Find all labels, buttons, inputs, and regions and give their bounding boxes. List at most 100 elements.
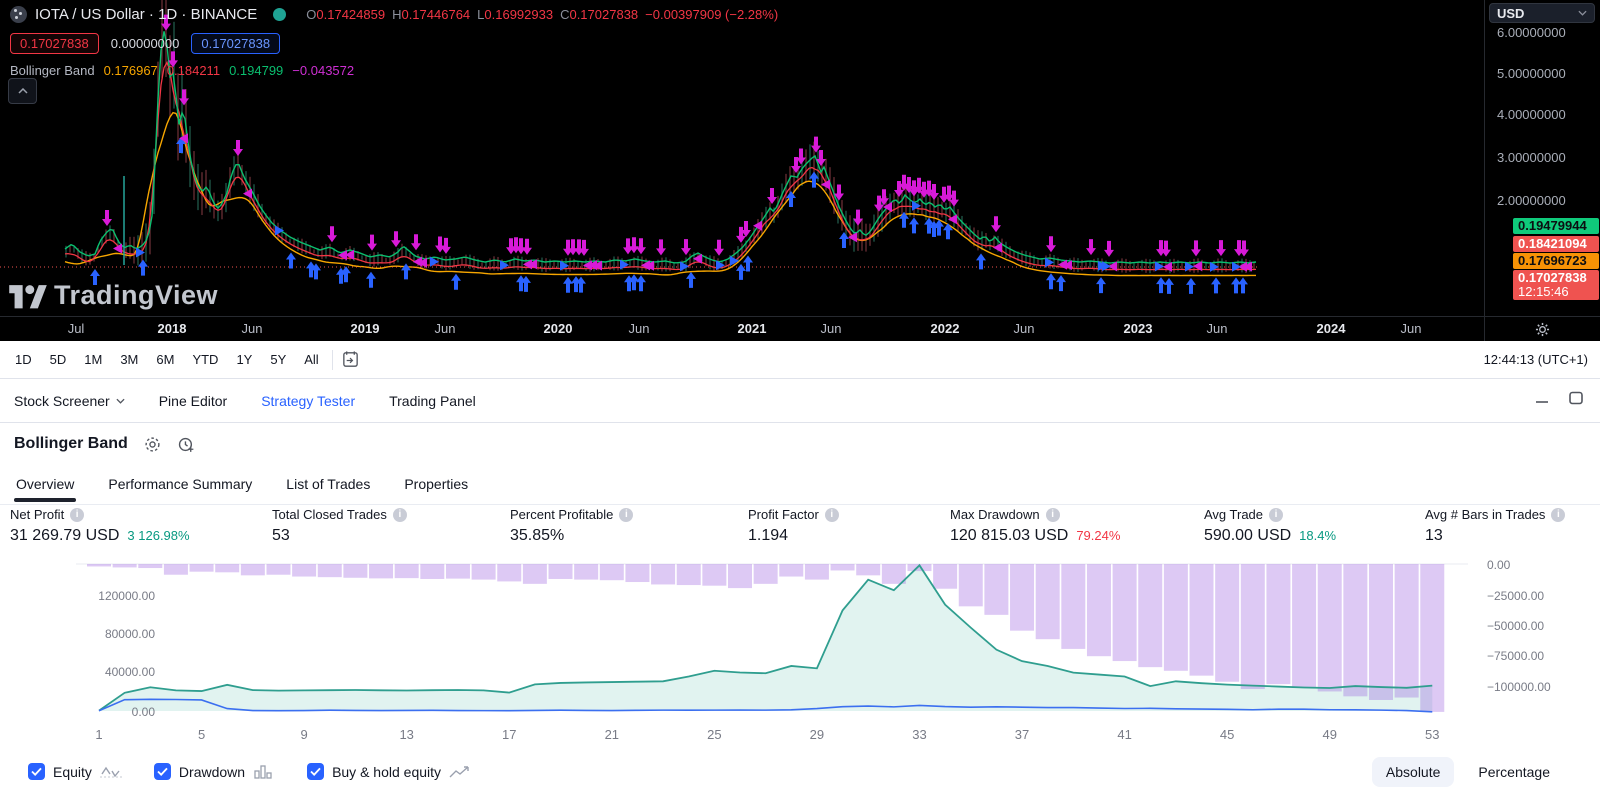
sell-arrow-icon[interactable] <box>327 226 337 243</box>
currency-dropdown[interactable]: USD <box>1489 3 1595 23</box>
sell-arrow-icon[interactable] <box>767 188 777 204</box>
info-icon[interactable]: i <box>70 507 85 522</box>
tab-list-of-trades[interactable]: List of Trades <box>284 466 372 502</box>
limit-value-box[interactable]: 0.17027838 <box>191 32 281 54</box>
drawdown-bar[interactable] <box>574 564 599 580</box>
drawdown-bar[interactable] <box>933 564 958 589</box>
drawdown-bar[interactable] <box>856 564 881 576</box>
drawdown-bar[interactable] <box>1292 564 1317 688</box>
drawdown-bar[interactable] <box>804 564 829 580</box>
drawdown-bar[interactable] <box>471 564 496 580</box>
info-icon[interactable]: i <box>619 507 634 522</box>
drawdown-bar[interactable] <box>958 564 983 607</box>
panel-tab-pine-editor[interactable]: Pine Editor <box>159 393 227 409</box>
drawdown-bar[interactable] <box>87 564 111 567</box>
buy-arrow-icon[interactable] <box>1056 275 1066 292</box>
drawdown-bar[interactable] <box>1369 564 1393 700</box>
collapse-pane-button[interactable] <box>8 78 37 104</box>
panel-tab-stock-screener[interactable]: Stock Screener <box>14 393 125 409</box>
buy-arrow-icon[interactable] <box>1211 277 1221 294</box>
price-axis[interactable]: USD 6.00000000 5.00000000 4.00000000 3.0000… <box>1484 0 1600 316</box>
absolute-button[interactable]: Absolute <box>1371 756 1455 787</box>
sell-arrow-icon[interactable] <box>522 238 532 255</box>
buy-arrow-icon[interactable] <box>1238 277 1248 294</box>
main-price-chart[interactable]: TradingView IOTA / US Dollar · 1D · BINA… <box>0 0 1600 316</box>
checkbox-checked-icon[interactable] <box>28 763 45 780</box>
sell-arrow-icon[interactable] <box>991 216 1001 233</box>
tab-properties[interactable]: Properties <box>402 466 470 502</box>
info-icon[interactable]: i <box>1551 507 1566 522</box>
buy-arrow-icon[interactable] <box>286 252 296 269</box>
drawdown-bar[interactable] <box>1420 564 1445 712</box>
sell-arrow-icon[interactable] <box>102 210 112 226</box>
info-icon[interactable]: i <box>1269 507 1284 522</box>
buy-arrow-icon[interactable] <box>1156 277 1166 294</box>
drawdown-bar[interactable] <box>1138 564 1163 668</box>
checkbox-checked-icon[interactable] <box>307 763 325 780</box>
drawdown-bar[interactable] <box>651 564 676 585</box>
timeline-label[interactable]: 2023 <box>1124 321 1153 336</box>
drawdown-bar[interactable] <box>394 564 419 579</box>
sell-arrow-icon[interactable] <box>714 239 724 256</box>
range-button-1y[interactable]: 1Y <box>227 347 261 372</box>
symbol-logo-icon[interactable] <box>10 5 27 23</box>
drawdown-bar[interactable] <box>1215 564 1240 682</box>
drawdown-bar[interactable] <box>1394 564 1419 698</box>
drawdown-bar[interactable] <box>522 564 547 584</box>
info-icon[interactable]: i <box>392 507 407 522</box>
timeline-label[interactable]: 2024 <box>1317 321 1346 336</box>
drawdown-bar[interactable] <box>189 564 214 572</box>
drawdown-bar[interactable] <box>599 564 624 581</box>
drawdown-bar[interactable] <box>343 564 368 578</box>
timeline-label[interactable]: Jun <box>1207 321 1228 336</box>
axis-settings-cell[interactable] <box>1484 317 1600 342</box>
drawdown-bar[interactable] <box>830 564 855 571</box>
drawdown-bar[interactable] <box>266 564 291 575</box>
drawdown-bar[interactable] <box>445 564 470 579</box>
minimize-icon[interactable] <box>1534 391 1550 405</box>
drawdown-bar[interactable] <box>240 564 265 576</box>
drawdown-bar[interactable] <box>779 564 804 577</box>
checkbox-checked-icon[interactable] <box>153 763 171 780</box>
buy-arrow-icon[interactable] <box>138 259 148 276</box>
drawdown-bar[interactable] <box>1343 564 1368 697</box>
timeline-label[interactable]: Jun <box>435 321 456 336</box>
add-alert-icon[interactable] <box>177 436 196 453</box>
range-button-5y[interactable]: 5Y <box>261 347 295 372</box>
drawdown-bar[interactable] <box>420 564 445 579</box>
panel-tab-strategy-tester[interactable]: Strategy Tester <box>261 393 355 409</box>
range-button-3m[interactable]: 3M <box>111 347 147 372</box>
range-button-ytd[interactable]: YTD <box>183 347 227 372</box>
strategy-settings-gear-icon[interactable] <box>144 436 161 453</box>
info-icon[interactable]: i <box>1045 507 1060 522</box>
drawdown-bar[interactable] <box>215 564 240 573</box>
entry-triangle-icon[interactable] <box>680 261 689 272</box>
sell-arrow-icon[interactable] <box>233 140 243 156</box>
drawdown-bar[interactable] <box>112 564 137 568</box>
sell-arrow-icon[interactable] <box>367 234 377 251</box>
drawdown-bar[interactable] <box>292 564 317 577</box>
sell-arrow-icon[interactable] <box>1191 240 1201 257</box>
drawdown-bar[interactable] <box>1010 564 1035 631</box>
drawdown-bar[interactable] <box>1112 564 1137 662</box>
timeline-label[interactable]: 2021 <box>738 321 767 336</box>
legend-item-drawdown[interactable]: Drawdown <box>153 763 275 780</box>
drawdown-bar[interactable] <box>138 564 163 569</box>
buy-arrow-icon[interactable] <box>786 191 796 207</box>
drawdown-bar[interactable] <box>1317 564 1342 692</box>
drawdown-bar[interactable] <box>317 564 342 578</box>
buy-arrow-icon[interactable] <box>1186 277 1196 294</box>
range-button-1m[interactable]: 1M <box>75 347 111 372</box>
equity-chart-canvas[interactable]: 120000.00 80000.00 40000.00 0.00 0.00 −25000.… <box>0 550 1600 745</box>
indicator-row[interactable]: Bollinger Band 0.176967 0.184211 0.194799−… <box>10 63 778 78</box>
symbol-title[interactable]: IOTA / US Dollar · 1D · BINANCE <box>35 6 257 23</box>
timeline-label[interactable]: Jun <box>821 321 842 336</box>
timeline-label[interactable]: Jun <box>242 321 263 336</box>
drawdown-bar[interactable] <box>625 564 650 583</box>
buy-arrow-icon[interactable] <box>1231 277 1241 294</box>
sell-arrow-icon[interactable] <box>1046 236 1056 253</box>
tab-overview[interactable]: Overview <box>14 466 77 502</box>
maximize-icon[interactable] <box>1568 391 1584 405</box>
sell-arrow-icon[interactable] <box>179 89 189 106</box>
entry-triangle-icon[interactable] <box>1232 261 1241 272</box>
